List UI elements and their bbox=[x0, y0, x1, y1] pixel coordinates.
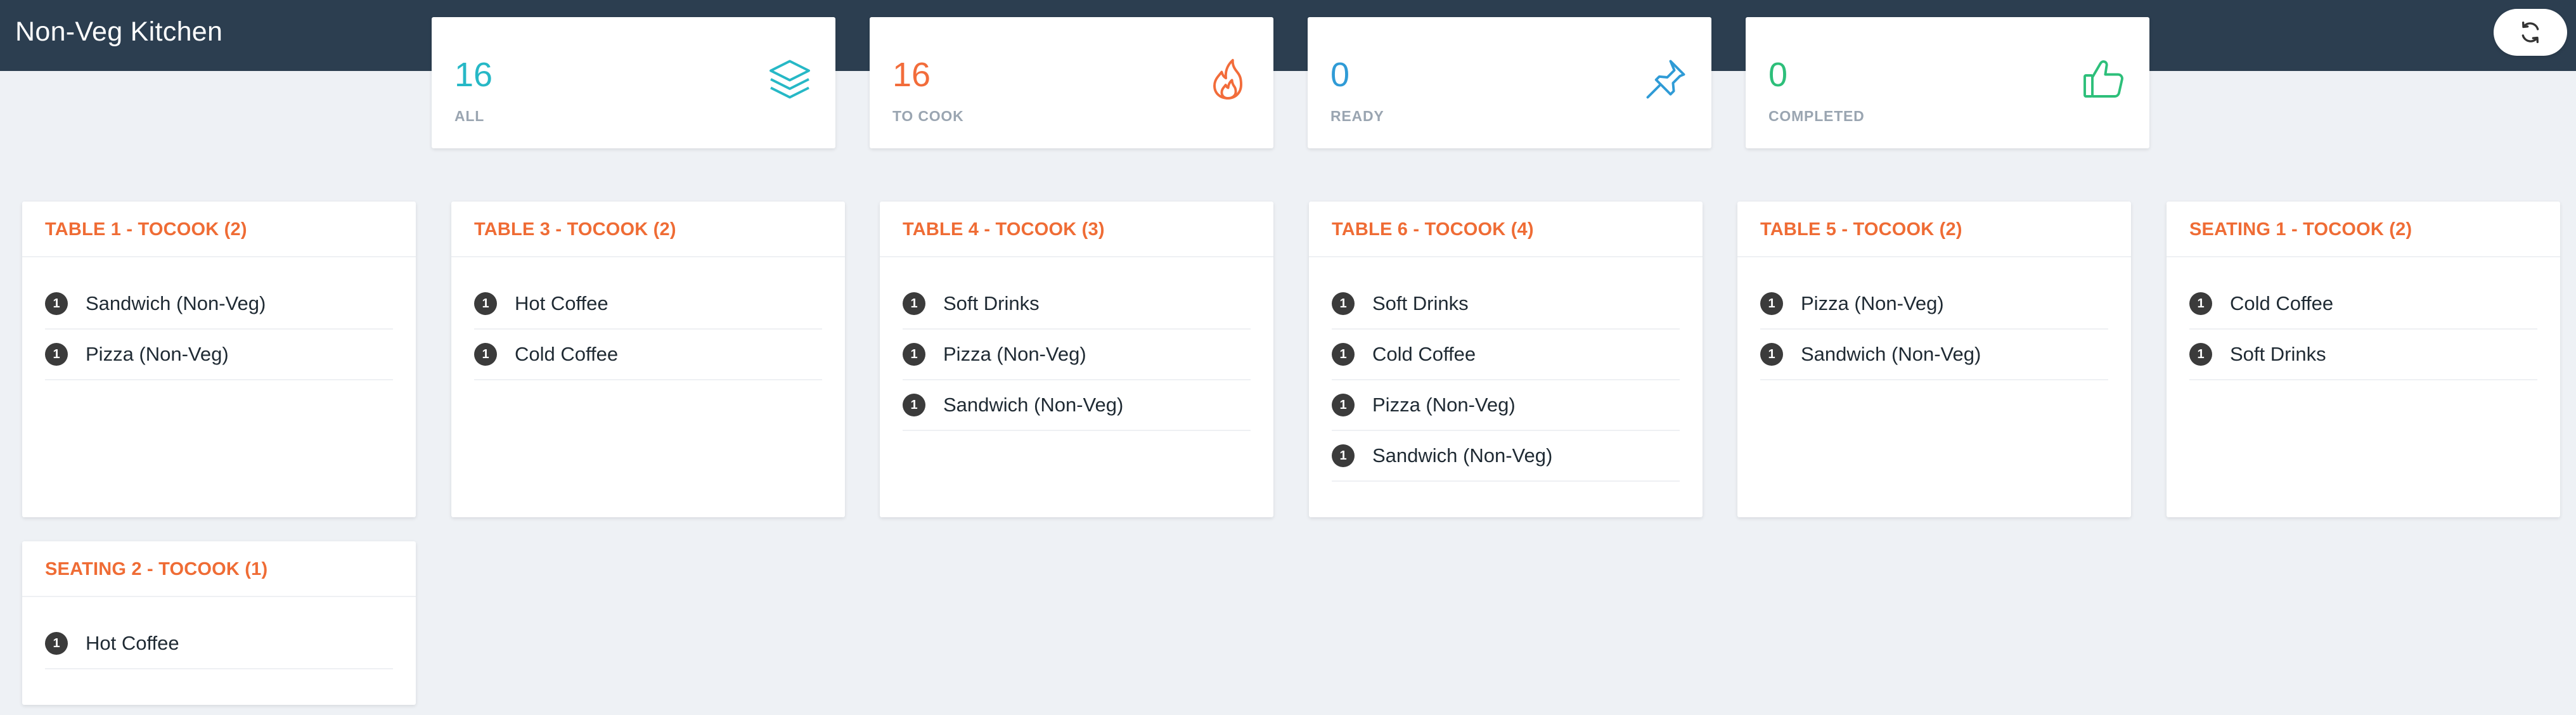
order-card-header: TABLE 5 - TOCOOK (2) bbox=[1737, 202, 2131, 257]
order-item[interactable]: 1 Sandwich (Non-Veg) bbox=[903, 380, 1251, 431]
order-items-list: 1 Soft Drinks 1 Pizza (Non-Veg) 1 Sandwich … bbox=[880, 257, 1273, 431]
quantity-badge: 1 bbox=[903, 343, 925, 366]
order-item[interactable]: 1 Cold Coffee bbox=[474, 330, 822, 380]
thumbs-up-icon bbox=[2081, 56, 2127, 102]
quantity-badge: 1 bbox=[903, 394, 925, 416]
item-name: Cold Coffee bbox=[1372, 343, 1476, 365]
quantity-badge: 1 bbox=[1332, 394, 1355, 416]
order-card-seating-1: SEATING 1 - TOCOOK (2) 1 Cold Coffee 1 Sof… bbox=[2167, 202, 2560, 517]
quantity-badge: 1 bbox=[474, 292, 497, 315]
item-name: Sandwich (Non-Veg) bbox=[1801, 343, 1981, 365]
item-name: Sandwich (Non-Veg) bbox=[1372, 444, 1553, 467]
order-items-list: 1 Pizza (Non-Veg) 1 Sandwich (Non-Veg) bbox=[1737, 257, 2131, 380]
quantity-badge: 1 bbox=[474, 343, 497, 366]
item-name: Soft Drinks bbox=[2230, 343, 2326, 365]
quantity-badge: 1 bbox=[903, 292, 925, 315]
quantity-badge: 1 bbox=[1332, 343, 1355, 366]
quantity-badge: 1 bbox=[45, 292, 68, 315]
app-title: Non-Veg Kitchen bbox=[15, 16, 223, 47]
order-item[interactable]: 1 Pizza (Non-Veg) bbox=[1760, 279, 2108, 330]
item-name: Soft Drinks bbox=[943, 292, 1040, 314]
stat-label: READY bbox=[1330, 108, 1384, 124]
item-name: Pizza (Non-Veg) bbox=[86, 343, 229, 365]
stat-card-ready[interactable]: 0 READY bbox=[1308, 17, 1711, 148]
quantity-badge: 1 bbox=[1332, 444, 1355, 467]
top-bar: Non-Veg Kitchen bbox=[0, 0, 2576, 71]
order-card-table-3: TABLE 3 - TOCOOK (2) 1 Hot Coffee 1 Cold C… bbox=[451, 202, 845, 517]
order-card-title: TABLE 3 - TOCOOK (2) bbox=[474, 219, 676, 240]
item-name: Pizza (Non-Veg) bbox=[1801, 292, 1944, 314]
order-item[interactable]: 1 Sandwich (Non-Veg) bbox=[1760, 330, 2108, 380]
item-name: Hot Coffee bbox=[515, 292, 609, 314]
order-card-title: TABLE 5 - TOCOOK (2) bbox=[1760, 219, 1962, 240]
order-card-table-4: TABLE 4 - TOCOOK (3) 1 Soft Drinks 1 Pizza… bbox=[880, 202, 1273, 517]
quantity-badge: 1 bbox=[45, 632, 68, 655]
item-name: Cold Coffee bbox=[515, 343, 619, 365]
order-item[interactable]: 1 Hot Coffee bbox=[474, 279, 822, 330]
order-items-list: 1 Sandwich (Non-Veg) 1 Pizza (Non-Veg) bbox=[22, 257, 416, 380]
order-item[interactable]: 1 Pizza (Non-Veg) bbox=[45, 330, 393, 380]
refresh-icon bbox=[2521, 21, 2539, 44]
order-card-title: SEATING 1 - TOCOOK (2) bbox=[2189, 219, 2412, 240]
order-item[interactable]: 1 Soft Drinks bbox=[1332, 279, 1680, 330]
item-name: Soft Drinks bbox=[1372, 292, 1469, 314]
kitchen-display: Non-Veg Kitchen 16 ALL 16 TO COOK 0 READ… bbox=[0, 0, 2576, 715]
stat-card-to-cook[interactable]: 16 TO COOK bbox=[870, 17, 1273, 148]
stat-card-all[interactable]: 16 ALL bbox=[432, 17, 835, 148]
order-item[interactable]: 1 Pizza (Non-Veg) bbox=[1332, 380, 1680, 431]
fire-icon bbox=[1205, 56, 1251, 102]
quantity-badge: 1 bbox=[1760, 343, 1783, 366]
order-card-header: TABLE 3 - TOCOOK (2) bbox=[451, 202, 845, 257]
order-card-header: TABLE 6 - TOCOOK (4) bbox=[1309, 202, 1703, 257]
order-item[interactable]: 1 Soft Drinks bbox=[903, 279, 1251, 330]
order-card-table-1: TABLE 1 - TOCOOK (2) 1 Sandwich (Non-Veg)… bbox=[22, 202, 416, 517]
order-items-list: 1 Hot Coffee 1 Cold Coffee bbox=[451, 257, 845, 380]
order-card-table-5: TABLE 5 - TOCOOK (2) 1 Pizza (Non-Veg) 1S… bbox=[1737, 202, 2131, 517]
stat-value: 0 bbox=[1768, 56, 1788, 94]
order-card-table-6: TABLE 6 - TOCOOK (4) 1 Soft Drinks 1 Cold … bbox=[1309, 202, 1703, 517]
stat-value: 16 bbox=[892, 56, 931, 94]
item-name: Cold Coffee bbox=[2230, 292, 2334, 314]
stat-label: ALL bbox=[454, 108, 485, 124]
order-item[interactable]: 1 Hot Coffee bbox=[45, 619, 393, 669]
stat-value: 0 bbox=[1330, 56, 1350, 94]
order-card-title: SEATING 2 - TOCOOK (1) bbox=[45, 559, 268, 579]
quantity-badge: 1 bbox=[2189, 343, 2212, 366]
item-name: Hot Coffee bbox=[86, 632, 179, 654]
item-name: Pizza (Non-Veg) bbox=[943, 343, 1086, 365]
order-item[interactable]: 1 Sandwich (Non-Veg) bbox=[1332, 431, 1680, 482]
order-card-header: SEATING 2 - TOCOOK (1) bbox=[22, 541, 416, 597]
stat-label: COMPLETED bbox=[1768, 108, 1865, 124]
item-name: Sandwich (Non-Veg) bbox=[86, 292, 266, 314]
order-items-list: 1 Hot Coffee bbox=[22, 597, 416, 669]
stat-label: TO COOK bbox=[892, 108, 964, 124]
order-card-header: SEATING 1 - TOCOOK (2) bbox=[2167, 202, 2560, 257]
pin-icon bbox=[1643, 56, 1689, 102]
order-item[interactable]: 1 Soft Drinks bbox=[2189, 330, 2537, 380]
order-card-title: TABLE 4 - TOCOOK (3) bbox=[903, 219, 1105, 240]
stat-value: 16 bbox=[454, 56, 493, 94]
order-card-header: TABLE 4 - TOCOOK (3) bbox=[880, 202, 1273, 257]
order-item[interactable]: 1 Cold Coffee bbox=[1332, 330, 1680, 380]
order-item[interactable]: 1 Pizza (Non-Veg) bbox=[903, 330, 1251, 380]
layers-icon bbox=[767, 56, 813, 102]
item-name: Pizza (Non-Veg) bbox=[1372, 394, 1516, 416]
stat-card-completed[interactable]: 0 COMPLETED bbox=[1746, 17, 2149, 148]
quantity-badge: 1 bbox=[1332, 292, 1355, 315]
quantity-badge: 1 bbox=[2189, 292, 2212, 315]
order-item[interactable]: 1 Cold Coffee bbox=[2189, 279, 2537, 330]
quantity-badge: 1 bbox=[1760, 292, 1783, 315]
order-card-title: TABLE 6 - TOCOOK (4) bbox=[1332, 219, 1534, 240]
order-item[interactable]: 1 Sandwich (Non-Veg) bbox=[45, 279, 393, 330]
order-items-list: 1 Cold Coffee 1 Soft Drinks bbox=[2167, 257, 2560, 380]
order-card-seating-2: SEATING 2 - TOCOOK (1) 1 Hot Coffee bbox=[22, 541, 416, 705]
item-name: Sandwich (Non-Veg) bbox=[943, 394, 1124, 416]
order-items-list: 1 Soft Drinks 1 Cold Coffee 1 Pizza (Non-Ve… bbox=[1309, 257, 1703, 482]
refresh-button[interactable] bbox=[2494, 9, 2567, 56]
order-card-header: TABLE 1 - TOCOOK (2) bbox=[22, 202, 416, 257]
order-card-title: TABLE 1 - TOCOOK (2) bbox=[45, 219, 247, 240]
quantity-badge: 1 bbox=[45, 343, 68, 366]
